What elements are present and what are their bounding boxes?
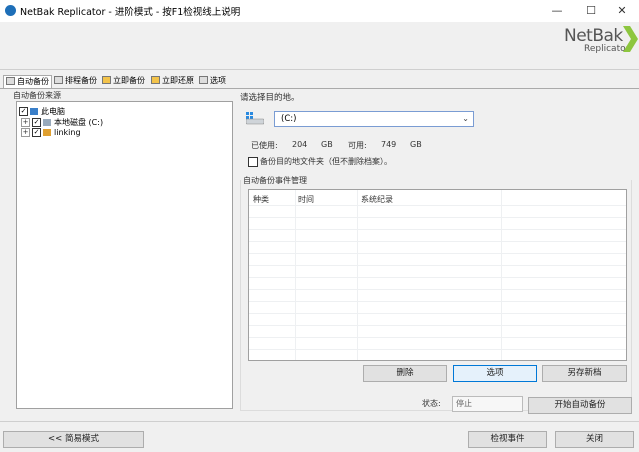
row-divider	[249, 301, 626, 302]
computer-icon	[30, 108, 38, 115]
minimize-button[interactable]: —	[540, 0, 574, 22]
options-button[interactable]: 选项	[453, 365, 537, 382]
used-space-label: 已使用:	[251, 141, 278, 150]
simple-mode-button[interactable]: << 简易模式	[3, 431, 144, 448]
column-header-log[interactable]: 系统纪录	[361, 194, 393, 205]
logo-mark-icon	[623, 26, 638, 52]
options-icon	[199, 76, 208, 84]
backup-folder-label: 备份目的地文件夹（但不删除档案）。	[260, 157, 392, 166]
tree-checkbox[interactable]: ✓	[19, 107, 28, 116]
source-tree[interactable]: ✓ 此电脑 + ✓ 本地磁盘 (C:) + ✓ linking	[16, 101, 233, 409]
tree-checkbox[interactable]: ✓	[32, 118, 41, 127]
expand-icon[interactable]: +	[21, 118, 30, 127]
tree-item-this-pc[interactable]: ✓ 此电脑	[19, 106, 65, 117]
window-title: NetBak Replicator - 进阶模式 - 按F1检视线上说明	[20, 7, 241, 18]
status-label: 状态:	[422, 399, 441, 408]
row-divider	[249, 265, 626, 266]
events-table[interactable]: 种类 时间 系统纪录	[248, 189, 627, 361]
auto-backup-icon	[6, 77, 15, 85]
drive-select-value: (C:)	[281, 114, 297, 124]
tab-restore-now[interactable]: 立即还原	[149, 75, 196, 87]
source-group-label: 自动备份来源	[13, 91, 61, 100]
used-space-unit: GB	[321, 140, 333, 149]
row-divider	[249, 325, 626, 326]
row-divider	[249, 313, 626, 314]
tab-backup-now[interactable]: 立即备份	[100, 75, 147, 87]
tab-auto-backup[interactable]: 自动备份	[3, 75, 52, 88]
delete-button[interactable]: 删除	[363, 365, 447, 382]
tab-divider	[0, 88, 639, 89]
free-space-label: 可用:	[348, 141, 367, 150]
tree-item-label: 此电脑	[41, 107, 65, 116]
destination-drive-select[interactable]: (C:) ⌄	[274, 111, 474, 127]
save-new-button[interactable]: 另存新档	[542, 365, 627, 382]
row-divider	[249, 229, 626, 230]
free-space-unit: GB	[410, 140, 422, 149]
tree-item-label: linking	[54, 128, 81, 137]
bottom-divider	[0, 421, 639, 422]
close-window-button[interactable]: ✕	[605, 0, 639, 22]
tree-item-linking[interactable]: + ✓ linking	[21, 128, 81, 137]
status-field: 停止	[452, 396, 523, 412]
tab-scheduled-backup[interactable]: 排程备份	[52, 75, 99, 87]
column-divider	[295, 190, 296, 360]
app-icon	[5, 5, 16, 16]
chevron-down-icon: ⌄	[462, 114, 469, 123]
calendar-icon	[54, 76, 63, 84]
column-divider	[357, 190, 358, 360]
tab-options[interactable]: 选项	[197, 75, 228, 87]
backup-now-icon	[102, 76, 111, 84]
row-divider	[249, 241, 626, 242]
tree-item-local-disk[interactable]: + ✓ 本地磁盘 (C:)	[21, 117, 103, 128]
maximize-button[interactable]: ☐	[574, 0, 608, 22]
column-header-time[interactable]: 时间	[298, 194, 314, 205]
status-value: 停止	[456, 399, 472, 408]
drive-icon	[246, 112, 264, 125]
column-divider	[501, 190, 502, 360]
tree-checkbox[interactable]: ✓	[32, 128, 41, 137]
disk-icon	[43, 119, 51, 126]
user-folder-icon	[43, 129, 51, 136]
restore-icon	[151, 76, 160, 84]
row-divider	[249, 253, 626, 254]
logo-title: NetBak	[564, 26, 623, 46]
close-button[interactable]: 关闭	[555, 431, 634, 448]
expand-icon[interactable]: +	[21, 128, 30, 137]
row-divider	[249, 205, 626, 206]
tree-item-label: 本地磁盘 (C:)	[54, 118, 104, 127]
header-band	[0, 22, 639, 70]
free-space-value: 749	[381, 140, 397, 149]
row-divider	[249, 337, 626, 338]
row-divider	[249, 217, 626, 218]
view-events-button[interactable]: 检视事件	[468, 431, 547, 448]
column-header-type[interactable]: 种类	[253, 194, 269, 205]
row-divider	[249, 277, 626, 278]
row-divider	[249, 289, 626, 290]
destination-prompt: 请选择目的地。	[240, 93, 300, 103]
start-auto-backup-button[interactable]: 开始自动备份	[528, 397, 632, 414]
backup-folder-checkbox[interactable]	[248, 157, 258, 167]
row-divider	[249, 349, 626, 350]
used-space-value: 204	[292, 140, 308, 149]
